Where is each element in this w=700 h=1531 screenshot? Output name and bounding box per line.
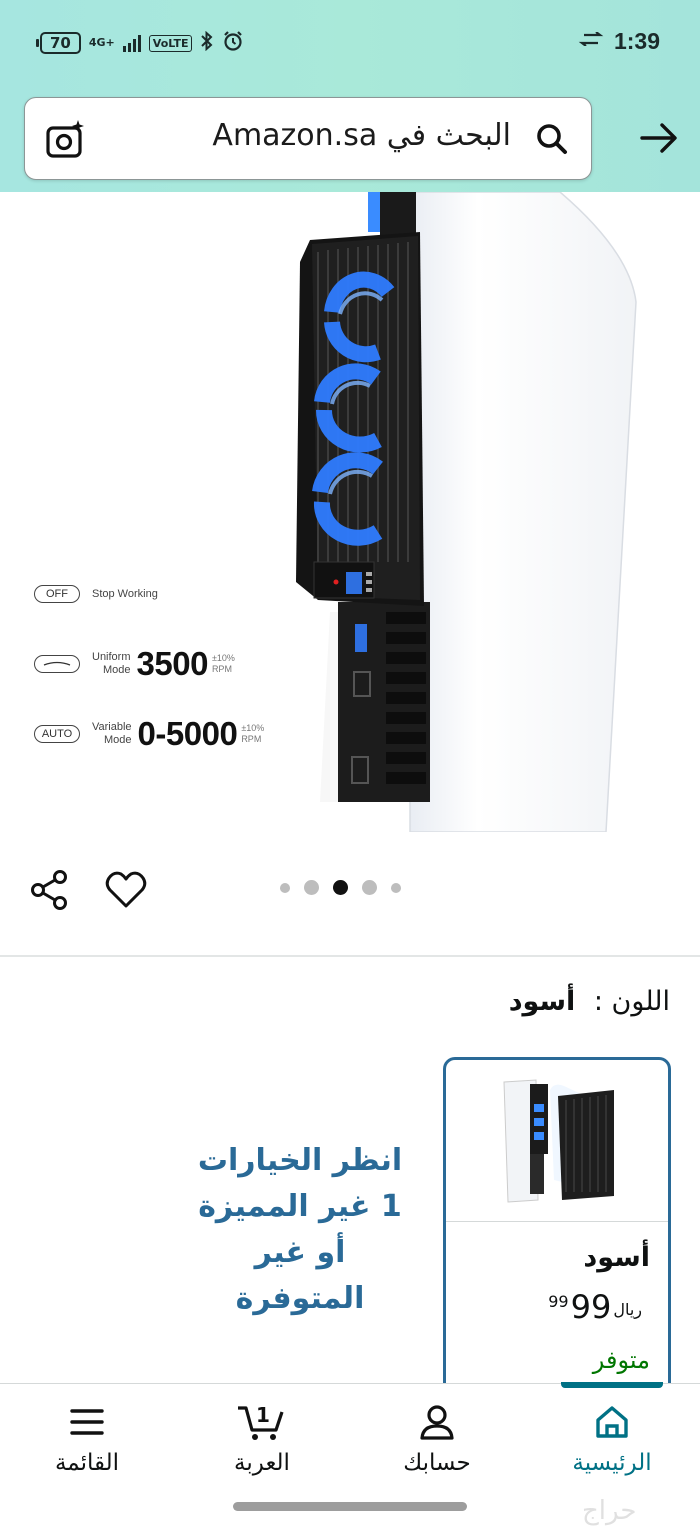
nav-cart[interactable]: 1 العربة [197, 1402, 327, 1476]
color-selector-label: اللون : أسود [508, 986, 670, 1017]
carousel-dot-active[interactable] [333, 880, 348, 895]
signal-icon [122, 34, 141, 52]
mode-label: Stop Working [92, 587, 158, 600]
image-actions [0, 858, 700, 918]
color-swatch-black[interactable]: أسود ريال 99 99 متوفر [443, 1057, 671, 1397]
carousel-dot[interactable] [362, 880, 377, 895]
volte-badge: VoLTE [148, 34, 193, 52]
carousel-dot[interactable] [304, 880, 319, 895]
swatch-name: أسود [583, 1242, 650, 1273]
back-arrow-icon[interactable] [636, 116, 680, 160]
account-icon [420, 1405, 454, 1440]
cart-icon: 1 [238, 1403, 284, 1440]
mode-tolerance: ±10% RPM [241, 723, 265, 744]
mode-off-row: OFF Stop Working [34, 585, 158, 603]
see-other-options-link[interactable]: انظر الخيارات 1 غير المميزة أو غير المتو… [180, 1138, 420, 1322]
battery-indicator: 70 [36, 32, 81, 54]
mode-badge: AUTO [34, 725, 80, 743]
active-tab-indicator [561, 1382, 663, 1388]
alarm-icon [222, 30, 244, 56]
nav-home[interactable]: الرئيسية [547, 1402, 677, 1476]
header-area: 70 4G+ VoLTE 1:39 البحث في Amazon.sa [0, 0, 700, 192]
network-type: 4G+ [88, 36, 115, 49]
home-icon [596, 1406, 628, 1438]
search-icon[interactable] [533, 120, 571, 158]
search-input[interactable]: البحث في Amazon.sa [212, 118, 511, 153]
data-transfer-icon [578, 31, 604, 51]
mode-uniform-row: Uniform Mode 3500 ±10% RPM [34, 645, 235, 683]
mode-variable-row: AUTO Variable Mode 0-5000 ±10% RPM [34, 715, 264, 753]
carousel-dot[interactable] [280, 882, 290, 893]
gesture-home-bar[interactable] [233, 1502, 467, 1511]
mode-label: Uniform Mode [92, 651, 131, 676]
watermark-logo: حراج [582, 1496, 637, 1526]
camera-search-icon[interactable] [43, 118, 87, 162]
menu-icon [70, 1409, 104, 1435]
carousel-dot[interactable] [391, 882, 401, 893]
cart-count: 1 [256, 1403, 270, 1427]
mode-tolerance: ±10% RPM [211, 653, 235, 674]
nav-menu[interactable]: القائمة [22, 1402, 152, 1476]
nav-account[interactable]: حسابك [372, 1402, 502, 1476]
mode-badge: OFF [34, 585, 80, 603]
share-icon[interactable] [28, 868, 72, 912]
bluetooth-icon [200, 30, 214, 55]
clock: 1:39 [613, 28, 660, 54]
search-box[interactable]: البحث في Amazon.sa [24, 97, 592, 180]
status-bar: 70 4G+ VoLTE 1:39 [0, 28, 700, 68]
image-carousel-dots[interactable] [280, 880, 401, 895]
wishlist-heart-icon[interactable] [104, 868, 148, 912]
mode-label: Variable Mode [92, 721, 132, 746]
mode-rpm-value: 3500 [136, 645, 209, 682]
amazon-product-screen: 70 4G+ VoLTE 1:39 البحث في Amazon.sa OFF… [0, 0, 700, 1531]
availability-status: متوفر [592, 1346, 650, 1374]
wave-icon [34, 655, 80, 673]
selected-color: أسود [508, 986, 576, 1017]
mode-rpm-value: 0-5000 [137, 715, 238, 752]
swatch-thumbnail [446, 1060, 668, 1222]
section-divider [0, 955, 700, 957]
swatch-price: ريال 99 99 [548, 1288, 642, 1326]
